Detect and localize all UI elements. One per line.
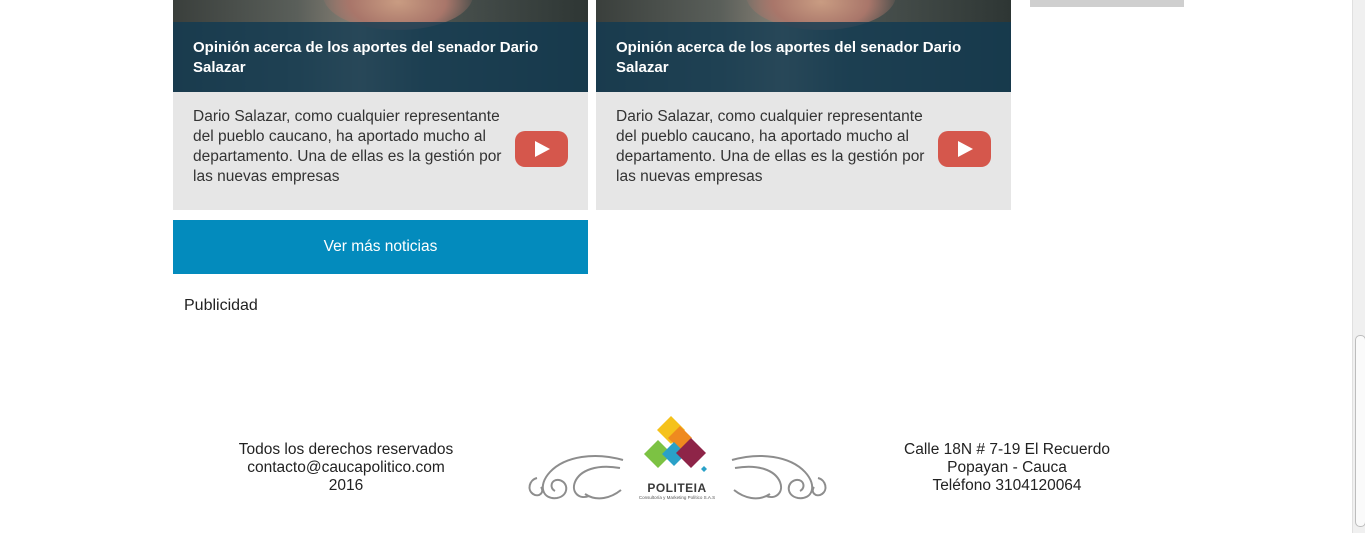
politeia-logo-tagline: Consultoría y Marketing Político S.A.S: [638, 495, 716, 500]
politeia-logo: POLITEIA Consultoría y Marketing Polític…: [520, 412, 830, 507]
news-card-title[interactable]: Opinión acerca de los aportes del senado…: [616, 38, 1001, 78]
politeia-logo-mark: [644, 416, 707, 472]
youtube-play-icon[interactable]: [938, 131, 991, 167]
footer-year: 2016: [328, 477, 364, 494]
footer-rights: Todos los derechos reservados: [238, 441, 454, 458]
news-card-description: Dario Salazar, como cualquier representa…: [616, 108, 925, 185]
footer-left: Todos los derechos reservados contacto@c…: [216, 441, 476, 495]
ornament-swirl-right: [731, 455, 827, 500]
news-card-title[interactable]: Opinión acerca de los aportes del senado…: [193, 38, 578, 78]
scrollbar-thumb[interactable]: [1355, 335, 1365, 527]
footer-address: Calle 18N # 7-19 El Recuerdo: [904, 441, 1110, 458]
news-card-description: Dario Salazar, como cualquier representa…: [193, 108, 502, 185]
page-scrollbar[interactable]: [1352, 0, 1365, 533]
footer-city: Popayan - Cauca: [947, 459, 1067, 476]
more-news-button[interactable]: Ver más noticias: [173, 220, 588, 274]
footer-phone: Teléfono 3104120064: [932, 477, 1082, 494]
sidebar-widget-edge: [1030, 0, 1184, 7]
politeia-logo-text: POLITEIA: [647, 481, 707, 495]
footer-email[interactable]: contacto@caucapolitico.com: [216, 459, 476, 477]
news-card[interactable]: Opinión acerca de los aportes del senado…: [173, 0, 588, 210]
news-card[interactable]: Opinión acerca de los aportes del senado…: [596, 0, 1011, 210]
ads-label: Publicidad: [184, 297, 258, 314]
youtube-play-icon[interactable]: [515, 131, 568, 167]
footer-right: Calle 18N # 7-19 El Recuerdo Popayan - C…: [877, 441, 1137, 495]
ornament-swirl-left: [528, 455, 624, 500]
